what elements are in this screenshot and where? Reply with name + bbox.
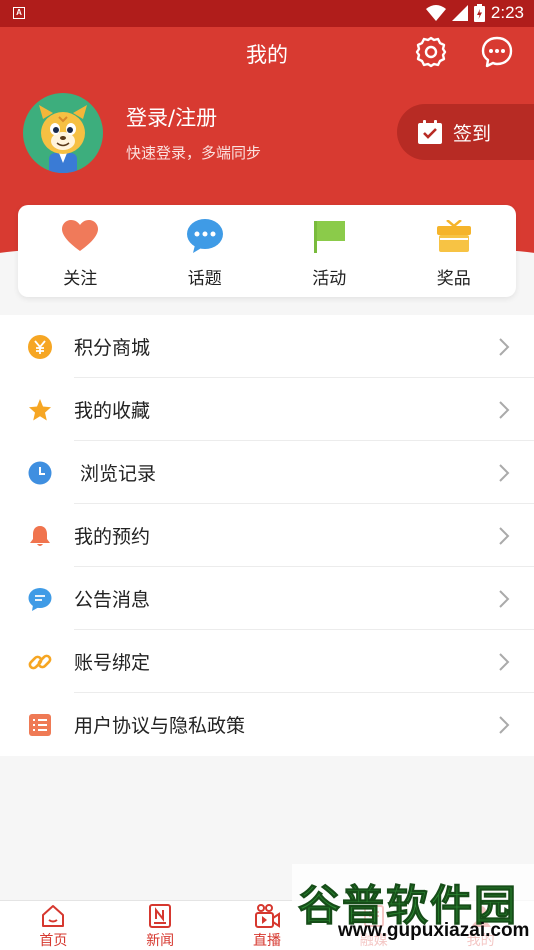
nav-tab-news[interactable]: 新闻 xyxy=(107,901,214,950)
menu-list: 积分商城 我的收藏 浏览记录 我的预约 公告消息 账号绑定 用户协议与隐私政策 xyxy=(0,315,534,756)
checkin-label: 签到 xyxy=(453,122,492,145)
menu-item-user-agreement[interactable]: 用户协议与隐私政策 xyxy=(0,693,534,756)
chevron-right-icon xyxy=(499,653,510,671)
calendar-check-icon xyxy=(418,120,442,144)
login-register-link[interactable]: 登录/注册 xyxy=(126,102,217,132)
tiger-mascot-icon xyxy=(39,105,87,173)
menu-item-account-binding[interactable]: 账号绑定 xyxy=(0,630,534,693)
status-icons: 2:23 xyxy=(425,3,524,23)
nav-label: 直播 xyxy=(252,933,281,949)
clock-time: 2:23 xyxy=(490,3,524,22)
message-icon xyxy=(28,587,52,611)
chevron-right-icon xyxy=(499,464,510,482)
gear-icon xyxy=(415,36,447,68)
status-bar: A 2:23 xyxy=(0,0,534,27)
home-icon xyxy=(40,904,66,928)
clock-icon xyxy=(28,461,52,485)
page-title: 我的 xyxy=(246,43,288,67)
chevron-right-icon xyxy=(499,401,510,419)
nav-tab-home[interactable]: 首页 xyxy=(0,901,107,950)
document-list-icon xyxy=(28,713,52,737)
chevron-right-icon xyxy=(499,527,510,545)
menu-item-label: 积分商城 xyxy=(74,337,151,359)
quick-action-events[interactable]: 活动 xyxy=(267,205,392,297)
menu-item-label: 我的预约 xyxy=(74,526,151,548)
menu-item-label: 账号绑定 xyxy=(74,652,151,674)
chevron-right-icon xyxy=(499,590,510,608)
quick-action-label: 奖品 xyxy=(436,269,471,289)
menu-item-label: 我的收藏 xyxy=(74,400,151,422)
bell-icon xyxy=(28,524,52,548)
quick-action-label: 活动 xyxy=(312,269,347,289)
quick-action-follow[interactable]: 关注 xyxy=(18,205,143,297)
watermark: 谷普软件园 www.gupuxiazai.com xyxy=(292,864,534,950)
wifi-icon xyxy=(425,5,446,21)
yen-coin-icon xyxy=(28,335,52,359)
watermark-url: www.gupuxiazai.com xyxy=(338,920,530,941)
quick-action-prizes[interactable]: 奖品 xyxy=(392,205,517,297)
chevron-right-icon xyxy=(499,338,510,356)
menu-item-reservations[interactable]: 我的预约 xyxy=(0,504,534,567)
live-camera-icon xyxy=(254,904,280,928)
signal-icon xyxy=(451,5,468,21)
menu-item-label: 公告消息 xyxy=(74,589,151,611)
battery-icon xyxy=(473,4,485,22)
menu-item-favorites[interactable]: 我的收藏 xyxy=(0,378,534,441)
quick-action-topics[interactable]: 话题 xyxy=(143,205,268,297)
menu-item-label: 浏览记录 xyxy=(80,463,157,485)
checkin-button[interactable]: 签到 xyxy=(397,104,534,160)
quick-actions-card: 关注 话题 活动 奖品 xyxy=(18,205,516,297)
nav-label: 首页 xyxy=(39,933,68,949)
link-icon xyxy=(28,650,52,674)
chevron-right-icon xyxy=(499,716,510,734)
menu-item-points-mall[interactable]: 积分商城 xyxy=(0,315,534,378)
star-icon xyxy=(28,398,52,422)
settings-button[interactable] xyxy=(414,35,448,69)
quick-action-label: 关注 xyxy=(63,269,98,289)
messages-button[interactable] xyxy=(480,35,514,69)
app-notification-icon: A xyxy=(13,7,25,19)
menu-item-announcements[interactable]: 公告消息 xyxy=(0,567,534,630)
heart-icon xyxy=(61,218,99,254)
menu-item-label: 用户协议与隐私政策 xyxy=(74,715,246,737)
news-icon xyxy=(147,904,173,928)
login-subtitle: 快速登录，多端同步 xyxy=(126,144,262,162)
chat-dots-icon xyxy=(481,36,513,68)
nav-label: 新闻 xyxy=(146,933,175,949)
chat-bubble-icon xyxy=(186,218,224,254)
gift-icon xyxy=(435,218,473,254)
quick-action-label: 话题 xyxy=(187,269,222,289)
menu-item-history[interactable]: 浏览记录 xyxy=(0,441,534,504)
avatar[interactable] xyxy=(23,93,103,173)
flag-icon xyxy=(310,218,348,254)
